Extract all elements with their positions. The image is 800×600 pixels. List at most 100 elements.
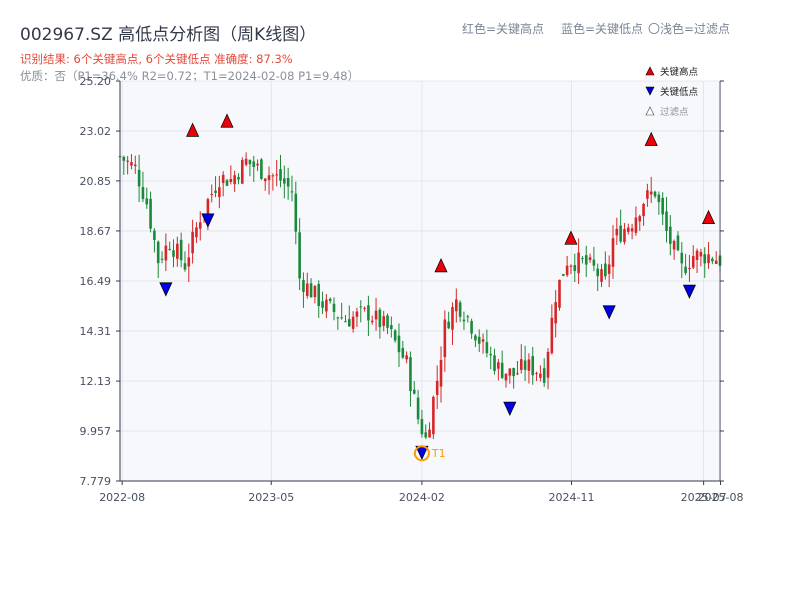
chart-title: 002967.SZ 高低点分析图（周K线图） [20,25,316,45]
candle-body [573,265,577,271]
color-note-light: 〇浅色=过滤点 [648,22,730,36]
x-tick-label: 2024-02 [399,491,445,504]
candle-body [187,257,191,267]
candle-body [298,232,301,279]
candle-body [344,321,347,323]
y-tick-label: 16.49 [80,275,112,288]
candle-body [210,193,214,195]
candle-body [260,159,263,179]
candle-body [615,228,619,236]
candle-body [367,305,370,321]
candle-body [252,161,256,167]
candle-body [390,325,393,330]
candle-body [420,419,424,435]
candle-body [558,279,561,308]
candle-body [126,160,129,162]
candle-body [588,257,592,261]
candle-body [397,335,401,353]
candle-body [156,241,160,264]
candle-body [363,307,366,309]
candle-body [489,354,493,356]
candle-body [351,316,355,329]
candle-body [523,360,527,370]
candle-body [290,191,294,193]
candle-body [195,227,198,238]
candle-body [653,191,657,197]
legend-filtered-label: 过滤点 [660,106,689,118]
candle-body [340,317,343,319]
legend-low-label: 关键低点 [660,86,699,98]
candle-body [535,373,538,375]
candle-body [676,235,680,251]
candle-body [554,302,557,324]
candle-body [393,330,397,341]
candle-body [432,396,435,435]
candle-body [214,190,217,193]
candle-body [305,283,309,296]
candle-body [562,274,565,276]
candle-body [237,176,240,180]
candle-body [153,230,156,240]
candle-body [424,432,428,438]
candle-body [229,178,233,183]
candle-body [542,368,546,383]
candle-body [294,193,298,232]
legend-high-label: 关键高点 [660,66,699,78]
candle-body [283,178,286,184]
candle-body [256,163,259,166]
candle-body [267,175,271,180]
t1-label: T1 [431,447,446,460]
candle-body [416,397,420,420]
candle-body [481,339,485,342]
y-tick-label: 14.31 [80,325,112,338]
candle-body [672,241,676,250]
candle-body [328,298,332,301]
candle-body [626,227,630,232]
candle-body [179,239,183,261]
candle-body [206,199,210,215]
candle-body [439,359,443,387]
candle-body [370,320,374,323]
candle-body [630,228,634,232]
candle-body [458,302,462,317]
candle-body [286,177,290,187]
candle-body [497,362,500,369]
candle-body [347,319,351,327]
y-tick-label: 18.67 [80,225,112,238]
candle-body [607,264,611,274]
candle-body [122,156,126,161]
candle-body [137,169,141,187]
candle-body [527,359,531,371]
candle-body [474,335,477,341]
candle-body [233,175,236,185]
candle-body [550,317,554,354]
candle-body [191,231,194,254]
candle-body [584,255,588,265]
candle-body [665,211,668,231]
candle-body [500,362,504,378]
candle-body [149,198,152,229]
candle-body [646,190,649,199]
candle-body [355,311,359,317]
candle-body [183,263,187,270]
candle-body [336,317,340,319]
candle-body [409,357,412,392]
candle-body [405,355,408,360]
candle-body [546,351,550,378]
color-note-red: 红色=关键高点 [462,21,544,36]
candle-body [401,347,405,358]
candle-body [649,191,653,195]
result-line: 识别结果: 6个关键高点, 6个关键低点 准确度: 87.3% [20,52,293,66]
candle-body [451,307,454,330]
candle-body [447,321,450,329]
candle-body [611,238,615,267]
candle-body [313,285,317,298]
candle-body [657,194,661,203]
candle-body [619,225,622,242]
candle-body [359,306,363,308]
candle-body [141,187,145,200]
legend-high-marker [645,66,655,76]
candle-body [642,203,645,217]
candle-body [714,260,718,264]
candle-body [462,319,466,322]
